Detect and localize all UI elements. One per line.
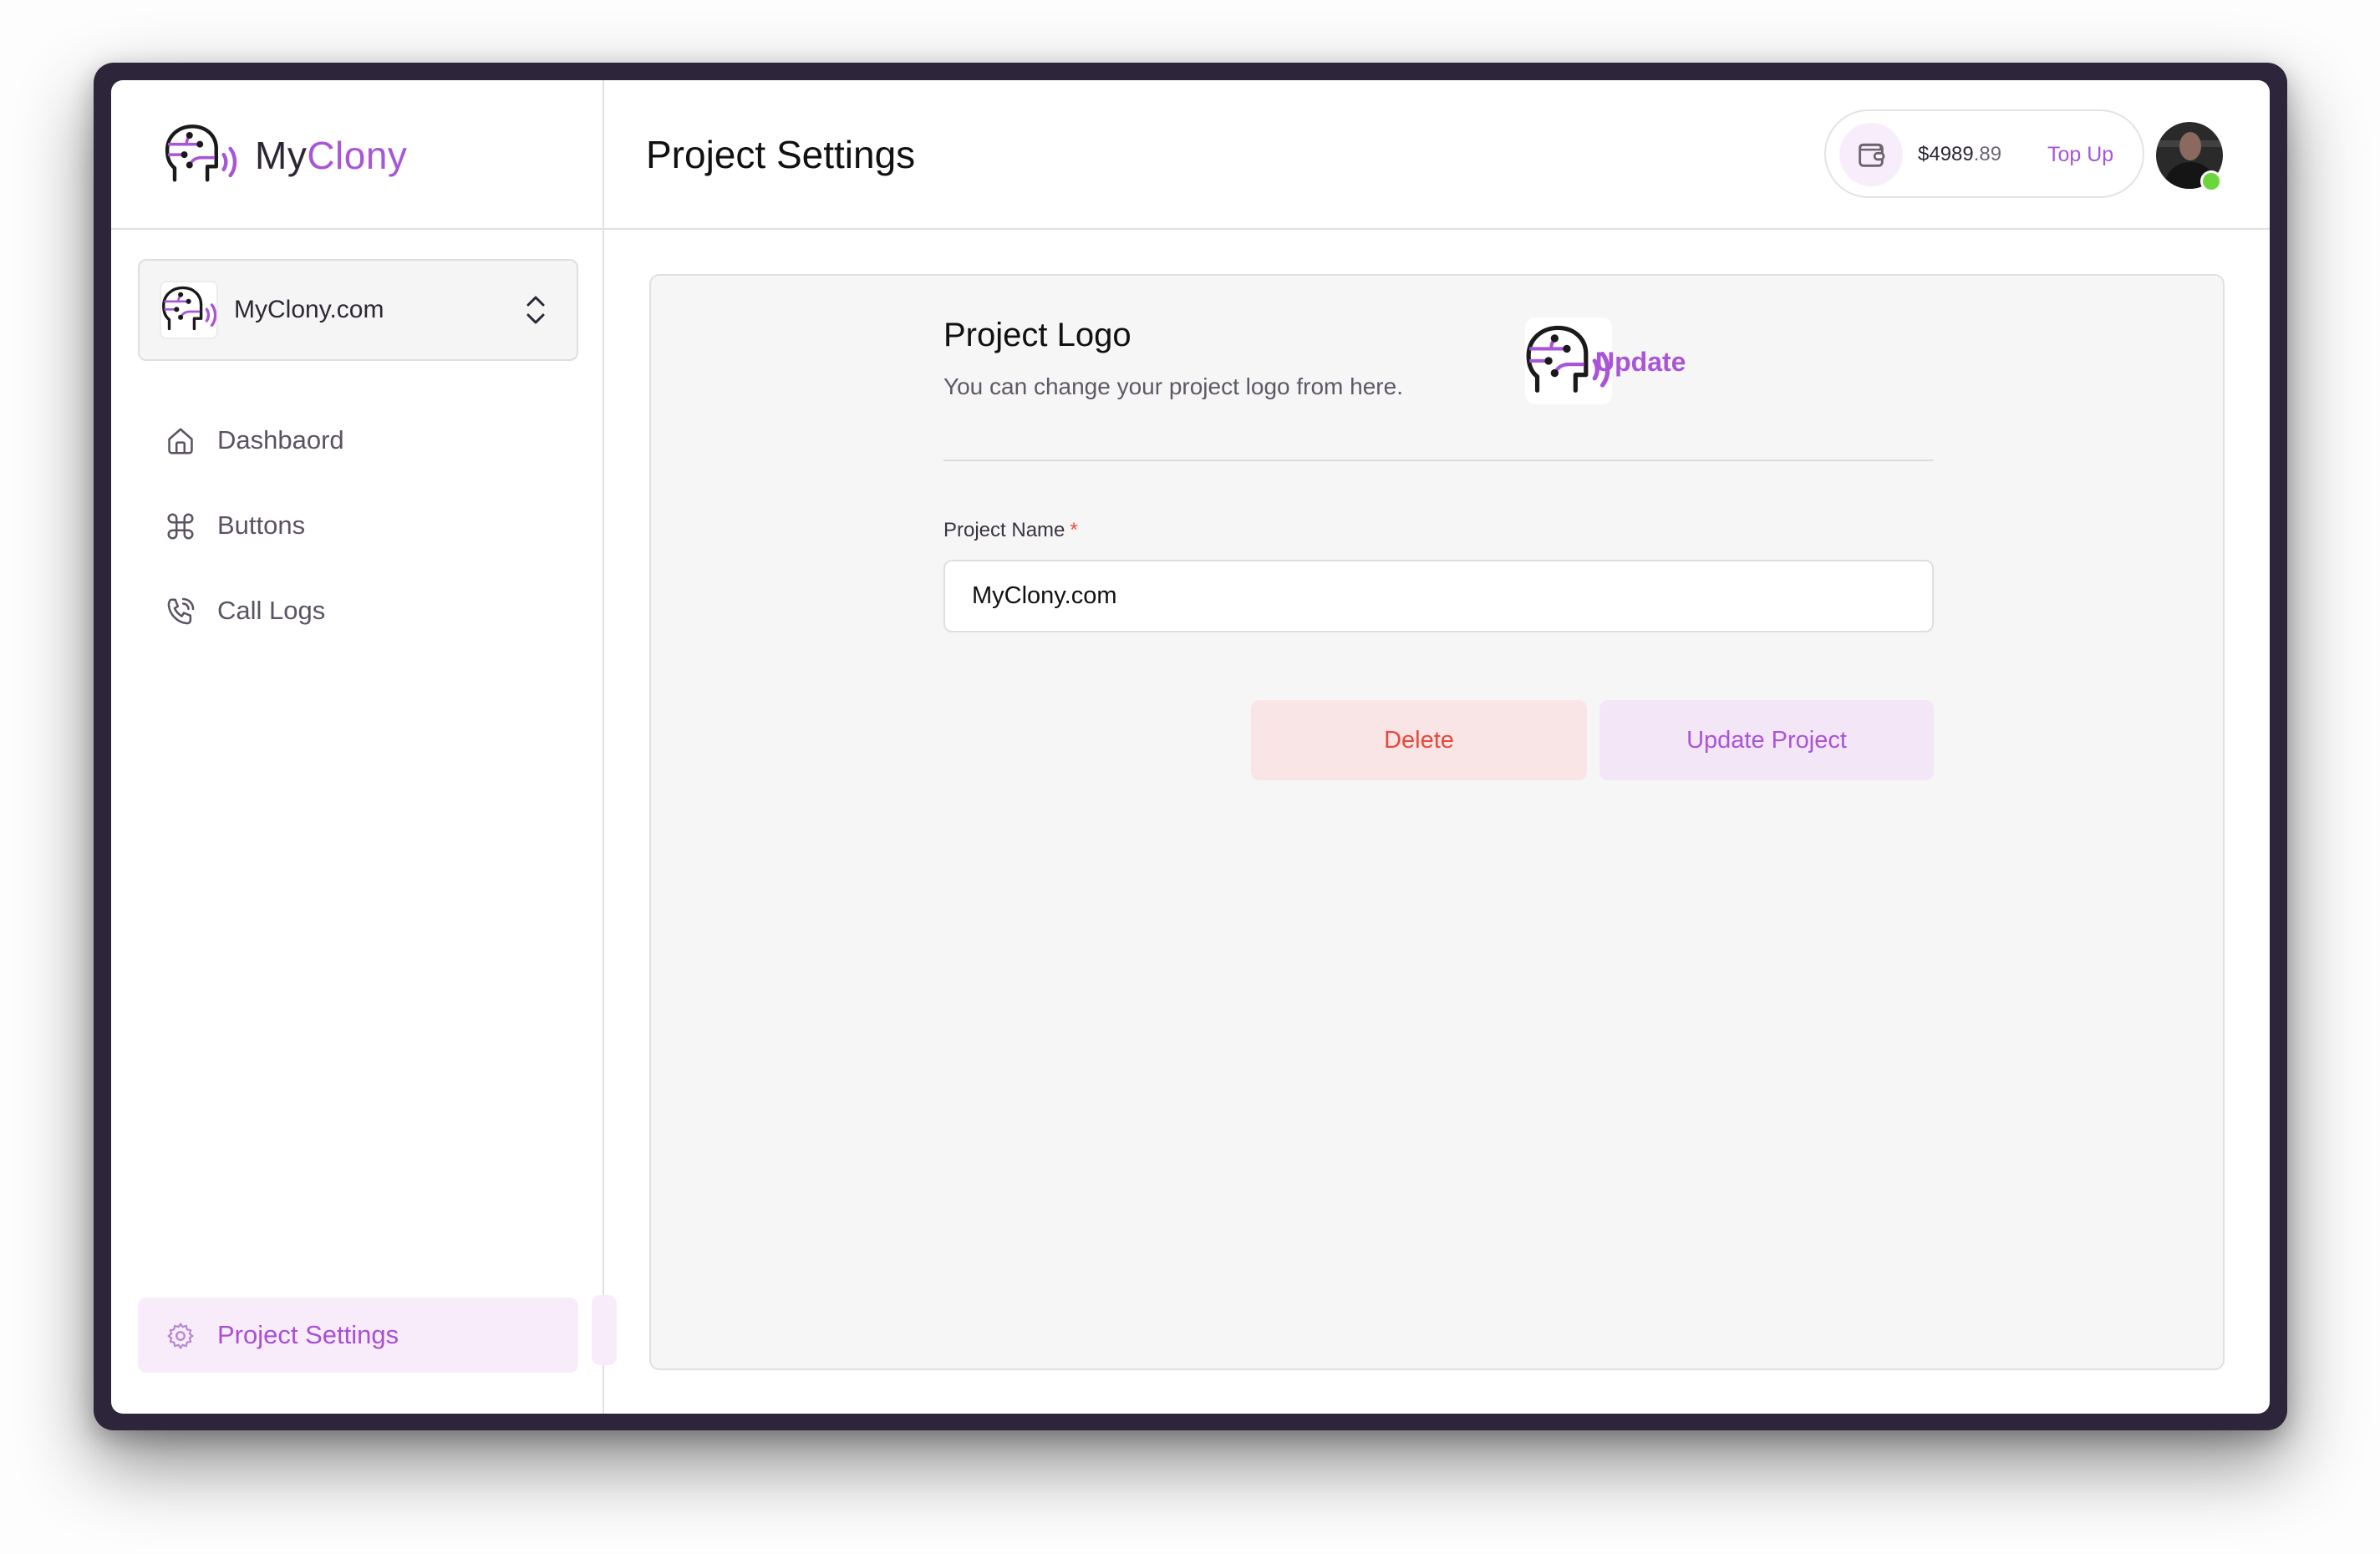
myclony-logo-icon [161, 284, 218, 336]
wallet-icon [1859, 143, 1885, 167]
chevron-up-down-icon [526, 296, 545, 324]
brand-name-suffix: Clony [307, 134, 408, 177]
sidebar-item-label: Dashbaord [217, 425, 344, 455]
project-name-label: Project Name * [943, 518, 1078, 543]
command-icon [167, 513, 194, 540]
sidebar-item-label: Project Settings [217, 1320, 399, 1349]
sidebar-item-call-logs[interactable]: Call Logs [138, 581, 578, 640]
project-name-label-text: Project Name [943, 519, 1065, 541]
project-switcher-name: MyClony.com [234, 296, 384, 323]
section-divider [943, 460, 1934, 461]
sidebar-item-buttons[interactable]: Buttons [138, 496, 578, 555]
balance-amount: $4989.89 [1918, 141, 2001, 168]
update-logo-button[interactable]: Update [1595, 345, 1687, 378]
balance-cents: .89 [1973, 143, 2002, 165]
delete-project-button[interactable]: Delete [1251, 700, 1587, 780]
project-switcher[interactable]: MyClony.com [138, 259, 578, 361]
wallet-balance-pill: $4989.89 Top Up [1824, 109, 2144, 198]
project-name-input[interactable] [943, 560, 1934, 632]
home-icon [168, 428, 193, 455]
sidebar: MyClony MyClony.com Dashbaord Buttons Ca… [111, 80, 604, 1414]
wallet-icon-badge [1839, 123, 1903, 186]
top-header: Project Settings $4989.89 Top Up [604, 80, 2270, 230]
phone-call-icon [167, 597, 195, 625]
sidebar-item-dashboard[interactable]: Dashbaord [138, 411, 578, 470]
update-project-button[interactable]: Update Project [1599, 700, 1934, 780]
required-marker: * [1070, 519, 1078, 541]
page-title: Project Settings [646, 133, 916, 176]
project-logo-heading: Project Logo [943, 317, 1132, 353]
avatar-face [2179, 132, 2201, 160]
sidebar-item-label: Call Logs [217, 596, 326, 625]
brand-name-prefix: My [255, 134, 308, 177]
gear-icon [167, 1323, 194, 1349]
active-indicator [592, 1295, 617, 1365]
balance-main: $4989 [1918, 143, 1974, 165]
top-up-link[interactable]: Top Up [2047, 141, 2113, 168]
project-settings-card: Project Logo You can change your project… [649, 274, 2225, 1370]
sidebar-item-label: Buttons [217, 510, 306, 540]
app-window: MyClony MyClony.com Dashbaord Buttons Ca… [111, 80, 2270, 1414]
brand-name: MyClony [255, 132, 407, 179]
myclony-logo-icon [161, 122, 242, 189]
sidebar-item-project-settings[interactable]: Project Settings [138, 1298, 578, 1373]
brand[interactable]: MyClony [111, 80, 603, 230]
project-logo-description: You can change your project logo from he… [943, 373, 1403, 399]
online-status-indicator [2200, 170, 2222, 192]
project-logo-thumb [160, 281, 218, 339]
